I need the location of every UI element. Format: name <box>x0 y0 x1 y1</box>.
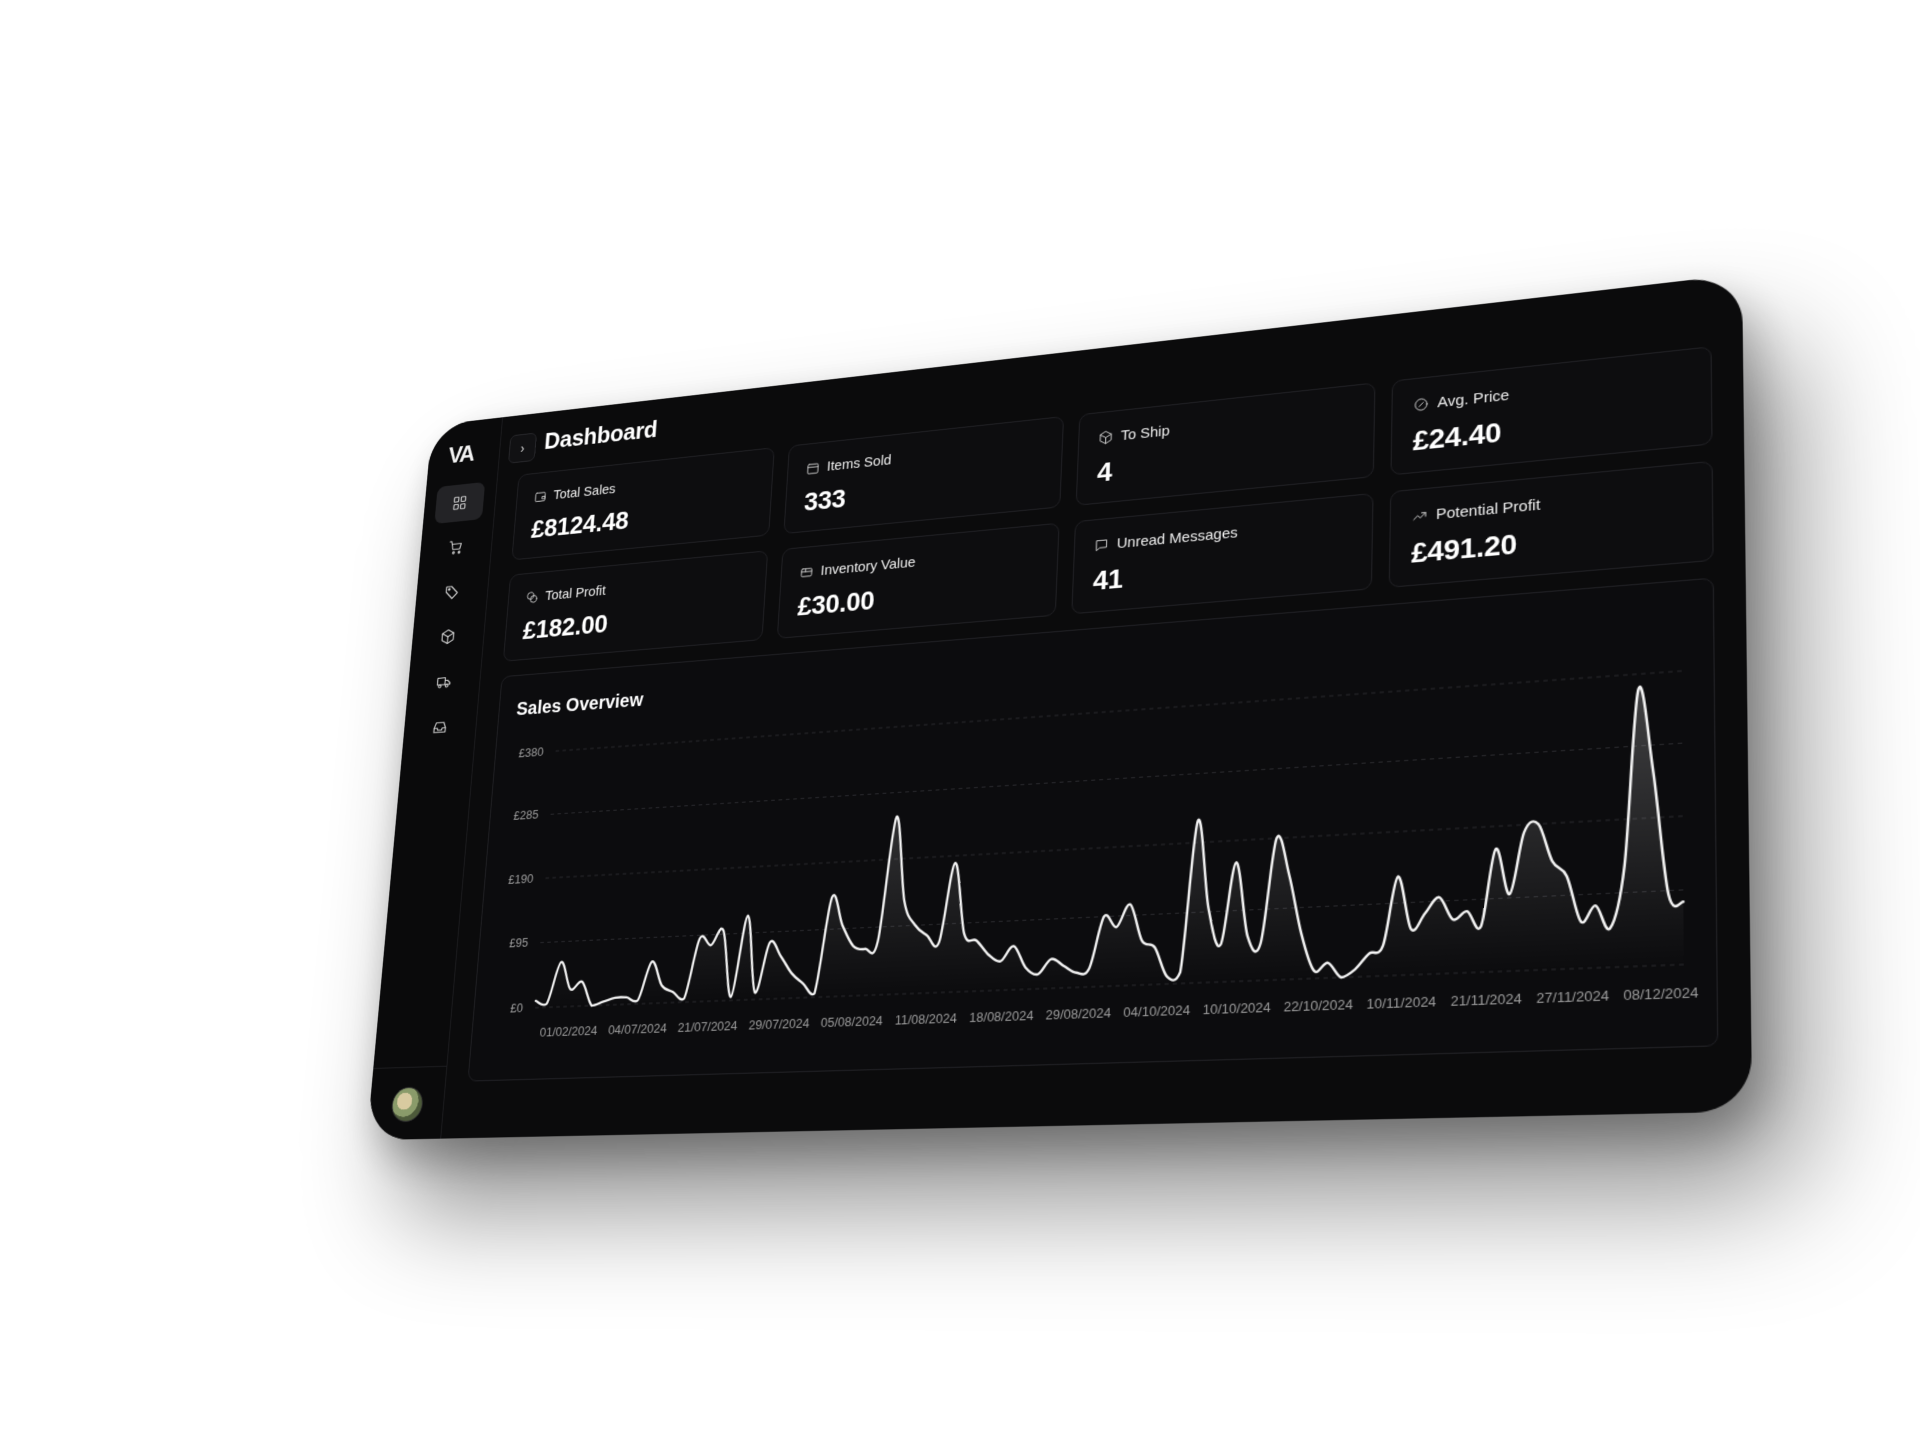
sales-area <box>535 684 1684 1008</box>
stat-label: To Ship <box>1120 423 1169 444</box>
sidebar-item-inventory[interactable] <box>422 616 473 658</box>
stat-label: Total Sales <box>553 481 616 503</box>
stat-value: 41 <box>1092 543 1351 597</box>
x-tick-label: 08/12/2024 <box>1623 985 1698 1004</box>
x-tick-label: 04/10/2024 <box>1123 1003 1190 1020</box>
x-tick-label: 04/07/2024 <box>608 1021 668 1037</box>
calendar-icon <box>806 461 820 476</box>
inbox-icon <box>432 719 448 737</box>
x-tick-label: 29/07/2024 <box>748 1016 810 1032</box>
tag-icon <box>444 583 460 600</box>
x-tick-label: 27/11/2024 <box>1536 988 1609 1006</box>
stat-card-total-sales: Total Sales £8124.48 <box>511 447 774 560</box>
x-tick-label: 18/08/2024 <box>969 1008 1034 1025</box>
y-tick-label: £95 <box>509 936 529 951</box>
grid-line <box>546 816 1683 878</box>
app-window: VA › Dashboard Total Sales £8124.48 Item… <box>367 274 1752 1140</box>
chevron-right-icon: › <box>520 441 525 456</box>
stat-label: Total Profit <box>545 583 607 604</box>
sales-overview-card: £0 £95 £190 £285 £380 01/02/2024 04/07/2024 21… <box>468 578 1719 1082</box>
stat-card-avg-price: Avg. Price £24.40 <box>1390 346 1712 475</box>
sidebar-item-orders[interactable] <box>430 526 481 568</box>
x-tick-label: 11/08/2024 <box>894 1011 957 1028</box>
x-tick-label: 21/11/2024 <box>1451 991 1522 1009</box>
x-tick-label: 22/10/2024 <box>1283 997 1353 1015</box>
stat-value: £182.00 <box>522 597 747 646</box>
y-tick-label: £0 <box>510 1001 524 1015</box>
stat-card-total-profit: Total Profit £182.00 <box>503 550 768 661</box>
x-tick-label: 10/11/2024 <box>1366 994 1436 1012</box>
dashboard-grid-icon <box>452 494 468 511</box>
stat-label: Potential Profit <box>1436 496 1540 523</box>
sidebar-toggle-button[interactable]: › <box>508 432 537 463</box>
stat-label: Inventory Value <box>820 554 916 579</box>
stat-card-inventory-value: Inventory Value £30.00 <box>777 523 1060 639</box>
y-tick-label: £190 <box>508 872 534 887</box>
coins-icon <box>525 590 539 605</box>
y-tick-label: £380 <box>518 745 544 760</box>
sidebar-item-shipping[interactable] <box>418 661 470 703</box>
logo: VA <box>447 439 482 469</box>
stat-label: Unread Messages <box>1116 524 1237 552</box>
sales-overview-chart: £0 £95 £190 £285 £380 01/02/2024 04/07/2024 21… <box>468 579 1719 1083</box>
sidebar-item-listings[interactable] <box>426 571 477 613</box>
x-tick-label: 01/02/2024 <box>539 1024 598 1040</box>
badge-icon <box>1413 396 1429 412</box>
trending-up-icon <box>1412 508 1428 525</box>
x-tick-label: 10/10/2024 <box>1202 1000 1270 1018</box>
grid-line <box>551 743 1683 814</box>
stat-card-to-ship: To Ship 4 <box>1076 382 1376 505</box>
cart-icon <box>448 538 464 555</box>
x-tick-label: 21/07/2024 <box>677 1019 738 1035</box>
sidebar-footer <box>367 1066 447 1140</box>
stat-label: Avg. Price <box>1437 387 1509 411</box>
package-icon <box>1098 430 1113 446</box>
stat-card-items-sold: Items Sold 333 <box>783 416 1064 534</box>
sidebar-item-dashboard[interactable] <box>434 482 485 524</box>
sidebar-nav <box>413 482 485 756</box>
stat-card-potential-profit: Potential Profit £491.20 <box>1389 461 1714 588</box>
grid-line <box>556 671 1682 751</box>
page-title: Dashboard <box>543 415 658 455</box>
x-tick-label: 05/08/2024 <box>820 1014 883 1031</box>
stat-value: £30.00 <box>797 571 1038 622</box>
message-icon <box>1094 537 1109 553</box>
avatar[interactable] <box>390 1087 424 1123</box>
x-tick-label: 29/08/2024 <box>1045 1006 1111 1023</box>
warehouse-icon <box>799 565 813 580</box>
stat-label: Items Sold <box>826 452 891 474</box>
y-tick-label: £285 <box>513 808 539 823</box>
box-icon <box>440 628 456 646</box>
truck-icon <box>436 673 452 691</box>
sidebar-item-inbox[interactable] <box>414 706 466 748</box>
wallet-icon <box>534 489 548 504</box>
stat-card-unread-messages: Unread Messages 41 <box>1071 493 1373 614</box>
